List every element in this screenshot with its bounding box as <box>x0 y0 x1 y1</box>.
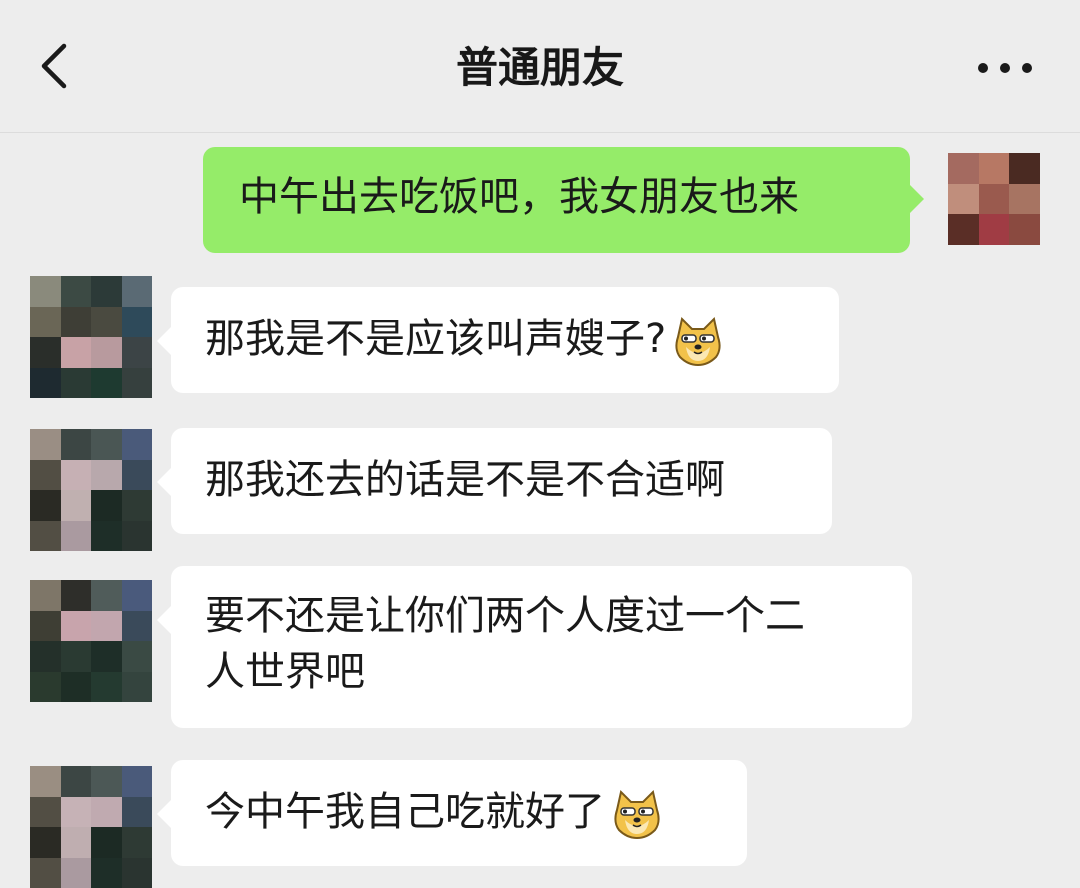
message-bubble-incoming[interactable]: 今中午我自己吃就好了 <box>157 760 747 866</box>
message-bubble-incoming[interactable]: 那我还去的话是不是不合适啊 <box>157 428 832 534</box>
more-dots-icon <box>978 63 1032 73</box>
message-bubble-outgoing[interactable]: 中午出去吃饭吧，我女朋友也来 <box>203 147 924 253</box>
message-text-line: 要不还是让你们两个人度过一个二 <box>205 593 805 639</box>
message-bubble-incoming[interactable]: 要不还是让你们两个人度过一个二 人世界吧 <box>157 566 912 728</box>
message-bubble-incoming[interactable]: 那我是不是应该叫声嫂子? <box>157 287 839 393</box>
friend-avatar[interactable] <box>30 276 152 398</box>
message-text: 中午出去吃饭吧，我女朋友也来 <box>239 174 799 220</box>
message-text: 那我还去的话是不是不合适啊 <box>205 457 725 503</box>
chat-header: 普通朋友 <box>0 0 1080 133</box>
friend-avatar[interactable] <box>30 429 152 551</box>
more-button[interactable] <box>970 50 1040 86</box>
message-text-line: 人世界吧 <box>205 649 365 695</box>
my-avatar[interactable] <box>948 153 1040 245</box>
chat-title: 普通朋友 <box>455 43 624 92</box>
message-list: 中午出去吃饭吧，我女朋友也来 那我是不是应该叫声嫂子? 那我还去的话是不是不合适… <box>0 133 1080 888</box>
friend-avatar[interactable] <box>30 766 152 888</box>
doge-emoji-icon <box>675 317 721 367</box>
message-text: 那我是不是应该叫声嫂子? <box>205 316 667 362</box>
message-text: 今中午我自己吃就好了 <box>205 789 605 835</box>
doge-emoji-icon <box>614 790 660 840</box>
friend-avatar[interactable] <box>30 580 152 702</box>
